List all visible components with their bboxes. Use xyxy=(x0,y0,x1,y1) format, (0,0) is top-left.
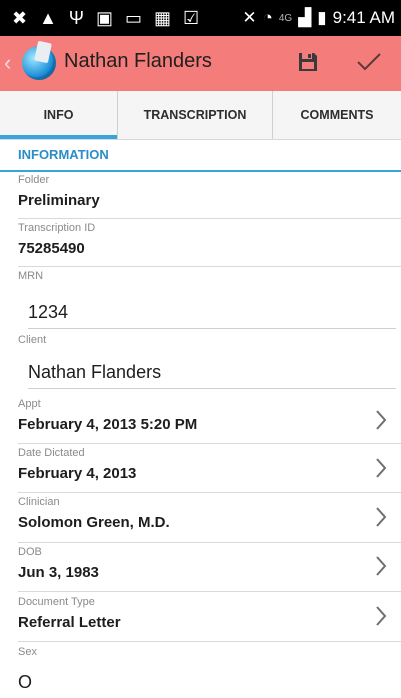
section-title: INFORMATION xyxy=(18,147,109,162)
app-bar: ‹ Nathan Flanders xyxy=(0,36,401,91)
battery-icon: ▮ xyxy=(317,8,327,27)
sex-label: Sex xyxy=(18,646,37,658)
clinician-label: Clinician xyxy=(18,496,60,508)
check-icon[interactable] xyxy=(356,50,382,74)
chevron-right-icon[interactable] xyxy=(375,554,387,578)
dob-field[interactable]: DOB Jun 3, 1983 xyxy=(18,546,398,581)
usb-icon: Ψ xyxy=(68,8,84,28)
divider xyxy=(18,266,401,267)
folder-label: Folder xyxy=(18,174,50,186)
system-icons: ✕ ◔ 4G ▟ ▮ 9:41 AM xyxy=(242,8,395,28)
section-header: INFORMATION xyxy=(0,140,401,172)
date-dictated-label: Date Dictated xyxy=(18,447,85,459)
image-icon: ▣ xyxy=(95,8,113,28)
dob-value: Jun 3, 1983 xyxy=(18,564,99,581)
date-dictated-value: February 4, 2013 xyxy=(18,465,137,482)
page-title: Nathan Flanders xyxy=(64,50,212,72)
tab-comments[interactable]: COMMENTS xyxy=(273,91,401,139)
back-chevron-icon[interactable]: ‹ xyxy=(4,50,11,76)
calendar-icon: ▦ xyxy=(154,8,172,28)
appt-field[interactable]: Appt February 4, 2013 5:20 PM xyxy=(18,398,398,433)
clinician-value: Solomon Green, M.D. xyxy=(18,514,170,531)
sex-field: Sex xyxy=(18,646,398,658)
network-type: 4G xyxy=(278,12,293,24)
transcription-id-label: Transcription ID xyxy=(18,222,96,234)
sex-input[interactable]: O xyxy=(18,670,396,698)
document-type-value: Referral Letter xyxy=(18,614,121,631)
divider xyxy=(18,591,401,592)
divider xyxy=(18,218,401,219)
tab-info[interactable]: INFO xyxy=(0,91,117,139)
mrn-input[interactable]: 1234 xyxy=(28,300,396,329)
tab-transcription[interactable]: TRANSCRIPTION xyxy=(117,91,273,139)
folder-value: Preliminary xyxy=(18,192,100,209)
clock: 9:41 AM xyxy=(332,8,395,27)
client-input-value: Nathan Flanders xyxy=(28,362,162,382)
voicemail-icon: ▭ xyxy=(124,8,142,28)
app-logo[interactable] xyxy=(22,46,56,80)
notification-icons: ✖ ▲ Ψ ▣ ▭ ▦ ☑ xyxy=(12,8,199,28)
chevron-right-icon[interactable] xyxy=(375,505,387,529)
dob-label: DOB xyxy=(18,546,42,558)
warning-icon: ▲ xyxy=(39,8,57,28)
chevron-right-icon[interactable] xyxy=(375,604,387,628)
mute-icon: ✕ xyxy=(242,8,257,27)
document-type-field[interactable]: Document Type Referral Letter xyxy=(18,596,398,631)
mrn-label: MRN xyxy=(18,270,44,282)
folder-field: Folder Preliminary xyxy=(18,174,398,209)
wifi-icon: ◔ xyxy=(262,8,273,27)
signal-icon: ▟ xyxy=(298,8,312,27)
status-bar: ✖ ▲ Ψ ▣ ▭ ▦ ☑ ✕ ◔ 4G ▟ ▮ 9:41 AM xyxy=(0,0,401,36)
client-label: Client xyxy=(18,334,47,346)
save-icon[interactable] xyxy=(296,50,320,74)
chevron-right-icon[interactable] xyxy=(375,408,387,432)
chevron-right-icon[interactable] xyxy=(375,456,387,480)
appt-value: February 4, 2013 5:20 PM xyxy=(18,416,198,433)
transcription-id-field: Transcription ID 75285490 xyxy=(18,222,398,257)
divider xyxy=(18,443,401,444)
mrn-field: MRN xyxy=(18,270,398,282)
transcription-id-value: 75285490 xyxy=(18,240,85,257)
mrn-input-value: 1234 xyxy=(28,302,69,322)
document-type-label: Document Type xyxy=(18,596,95,608)
client-field: Client xyxy=(18,334,398,346)
appt-label: Appt xyxy=(18,398,41,410)
date-dictated-field[interactable]: Date Dictated February 4, 2013 xyxy=(18,447,398,482)
divider xyxy=(18,542,401,543)
sex-input-value: O xyxy=(18,672,33,692)
clinician-field[interactable]: Clinician Solomon Green, M.D. xyxy=(18,496,398,531)
divider xyxy=(18,492,401,493)
client-input[interactable]: Nathan Flanders xyxy=(28,360,396,389)
clipboard-icon: ☑ xyxy=(183,8,200,28)
divider xyxy=(18,641,401,642)
run-icon: ✖ xyxy=(12,8,28,28)
tab-bar: INFO TRANSCRIPTION COMMENTS xyxy=(0,91,401,140)
